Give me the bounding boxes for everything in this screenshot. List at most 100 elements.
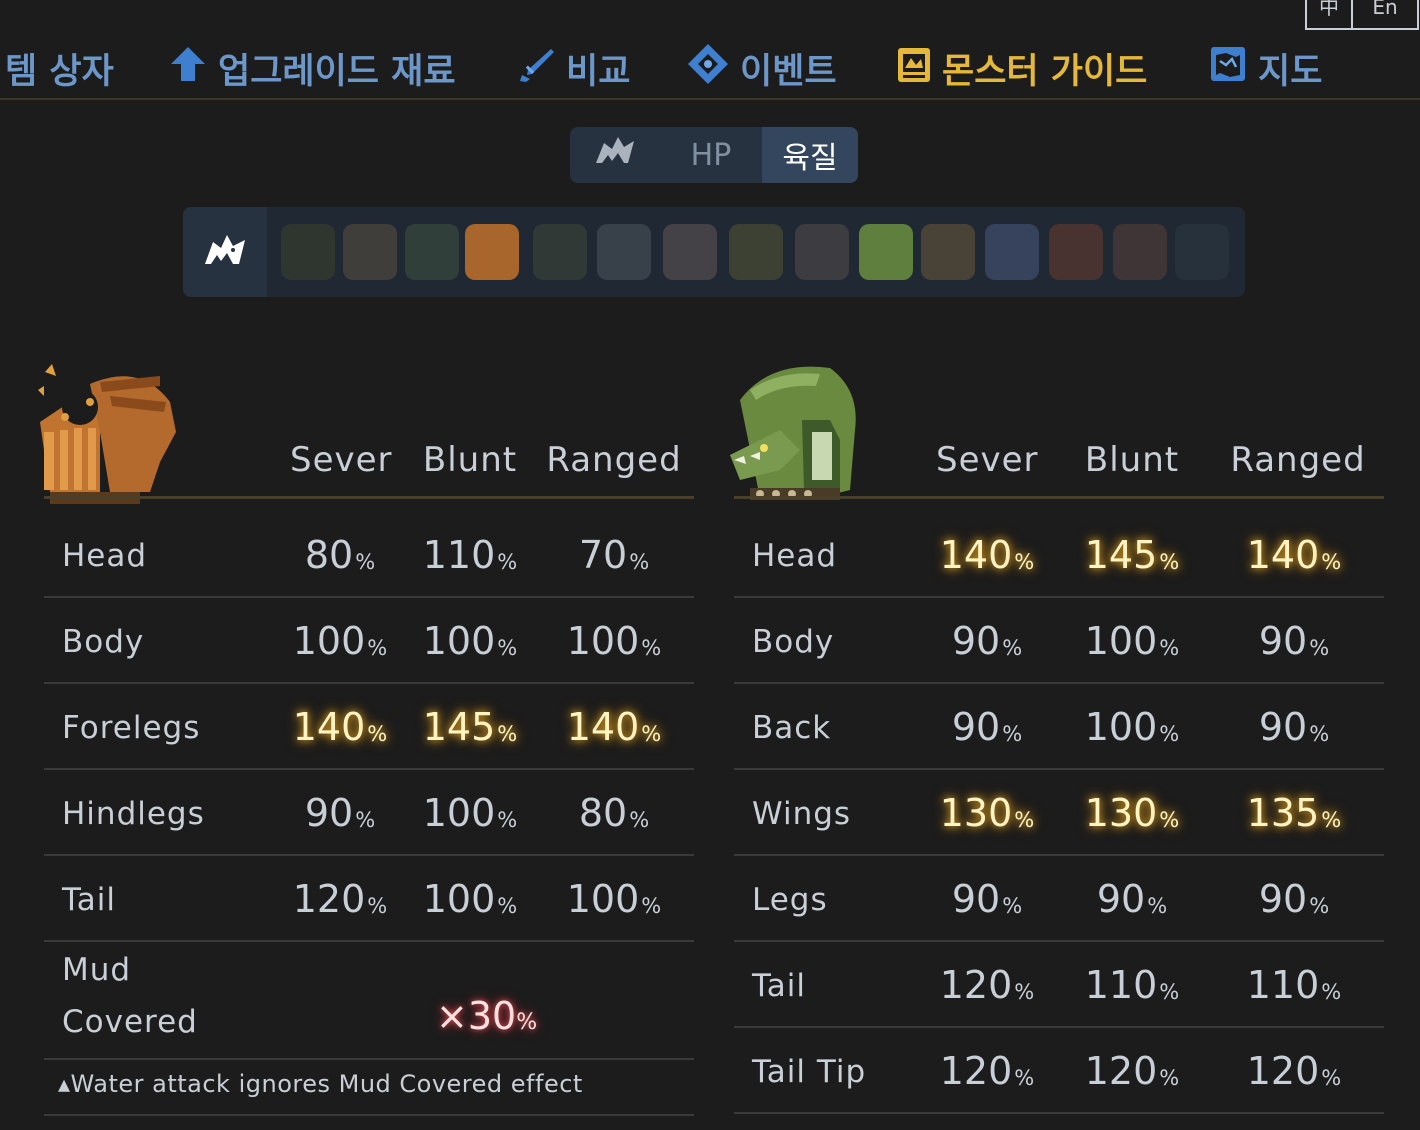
language-switch: 中 En [1305,0,1419,30]
row-label: Tail Tip [752,1054,867,1090]
monster-thumb[interactable] [729,224,783,280]
row-label: Back [752,710,832,746]
monster-thumb[interactable] [1113,224,1167,280]
hitzone-value: 90% [917,598,1057,684]
value-number: 90 [1258,877,1308,921]
monster-icon [594,133,636,177]
view-toggle: HP 육질 [570,127,858,183]
percent-unit: % [1159,550,1180,574]
hitzone-value: 120% [917,942,1057,1028]
percent-unit: % [629,808,650,832]
hitzone-value: 90% [1224,684,1364,770]
monster-thumb[interactable] [663,224,717,280]
column-header-ranged: Ranged [1230,440,1366,480]
percent-unit: % [1159,808,1180,832]
monster-thumb[interactable] [921,224,975,280]
hitzone-value: 100% [400,598,540,684]
nav-item-event[interactable]: 이벤트 [686,40,837,96]
value-number: 120 [939,1049,1013,1093]
monster-thumb-rathian[interactable] [859,224,913,280]
hitzone-value: 120% [1224,1028,1364,1114]
nav-item-monster-guide[interactable]: 몬스터 가이드 [896,40,1147,96]
percent-unit: % [1002,894,1023,918]
monster-thumb[interactable] [281,224,335,280]
monster-thumb-barroth[interactable] [465,224,519,280]
table-row-tail-tip: Tail Tip 120% 120% 120% [734,1028,1384,1114]
hitzone-value: 90% [1224,598,1364,684]
value-number: 90 [951,877,1001,921]
toggle-monster-button[interactable] [570,127,660,183]
percent-unit: % [641,722,662,746]
monster-thumb[interactable] [1049,224,1103,280]
percent-unit: % [1321,980,1342,1004]
monster-thumb[interactable] [405,224,459,280]
table-row-head: Head 80% 110% 70% [44,512,694,598]
value-number: 90 [1096,877,1146,921]
selector-all-button[interactable] [183,207,267,297]
value-number: 100 [566,619,640,663]
value-number: 100 [422,791,496,835]
value-number: 100 [292,619,366,663]
event-diamond-icon [686,42,730,95]
water-note: ▴Water attack ignores Mud Covered effect [58,1070,583,1098]
mud-multiplier-value: ×30% [436,994,538,1038]
toggle-hp-button[interactable]: HP [660,127,762,183]
percent-unit: % [1014,808,1035,832]
value-number: 90 [1258,619,1308,663]
percent-unit: % [1321,1066,1342,1090]
hitzone-value: 110% [1062,942,1202,1028]
table-row-mud-covered: Mud Covered ×30% [44,942,694,1060]
hitzone-value: 140% [917,512,1057,598]
value-number: 140 [1246,533,1320,577]
value-number: 100 [422,619,496,663]
nav-item-item-box[interactable]: 템 상자 [5,40,114,96]
value-number: 80 [304,533,354,577]
table-row-tail: Tail 120% 100% 100% [44,856,694,942]
percent-unit: % [1147,894,1168,918]
row-label: Body [752,624,835,660]
percent-unit: % [1309,722,1330,746]
upgrade-arrow-icon [168,44,208,93]
column-header-blunt: Blunt [422,440,518,480]
value-number: 90 [1258,705,1308,749]
value-number: 120 [1246,1049,1320,1093]
monster-thumb[interactable] [1175,224,1229,280]
percent-unit: % [629,550,650,574]
value-number: 110 [1246,963,1320,1007]
barroth-icon [30,362,180,511]
monster-thumb[interactable] [795,224,849,280]
percent-unit: % [1321,808,1342,832]
percent-unit: % [355,808,376,832]
monster-thumb[interactable] [597,224,651,280]
rathian-icon [720,360,860,509]
percent-unit: % [1014,980,1035,1004]
hitzone-value: 90% [917,856,1057,942]
row-label: Body [62,624,145,660]
lang-zh-button[interactable]: 中 [1305,0,1353,30]
percent-unit: % [1014,550,1035,574]
percent-unit: % [641,894,662,918]
value-number: 120 [292,877,366,921]
hitzone-value: 110% [1224,942,1364,1028]
hitzone-value: 90% [1062,856,1202,942]
nav-item-compare[interactable]: 비교 [518,40,630,96]
value-number: 90 [951,619,1001,663]
monster-thumb[interactable] [533,224,587,280]
nav-item-upgrade-materials[interactable]: 업그레이드 재료 [168,40,456,96]
column-header-blunt: Blunt [1084,440,1180,480]
table-row-forelegs: Forelegs 140% 145% 140% [44,684,694,770]
nav-item-map[interactable]: 지도 [1208,40,1322,96]
table-row-wings: Wings 130% 130% 135% [734,770,1384,856]
hitzone-value: 135% [1224,770,1364,856]
value-number: 145 [1084,533,1158,577]
hitzone-value: 100% [400,856,540,942]
value-number: 130 [1084,791,1158,835]
percent-unit: % [1002,722,1023,746]
toggle-hitzone-button[interactable]: 육질 [762,127,858,183]
lang-en-button[interactable]: En [1353,0,1419,30]
monster-thumb[interactable] [343,224,397,280]
row-label: Head [62,538,148,574]
hitzone-value: 120% [270,856,410,942]
monster-thumb[interactable] [985,224,1039,280]
percent-unit: % [1159,980,1180,1004]
